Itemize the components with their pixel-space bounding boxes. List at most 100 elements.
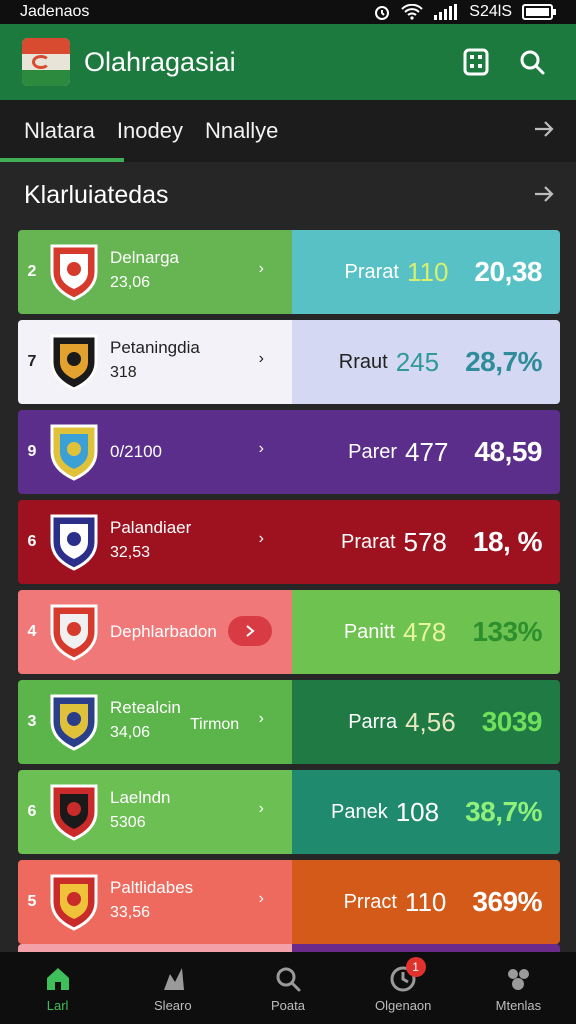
points-label: Prarat	[344, 260, 399, 283]
percentage-value: 38,7%	[465, 796, 542, 827]
nav-item[interactable]: Mtenlas	[461, 952, 576, 1024]
nav-label: Slearo	[154, 997, 192, 1013]
status-bar: Jadenaos S24lS	[0, 0, 576, 24]
chevron-icon[interactable]: ›	[259, 800, 264, 818]
signal-icon	[434, 4, 458, 20]
points-value: 478	[402, 616, 447, 647]
team-row[interactable]: 6 Laelndn 5306 › Panek 108 38,7%	[18, 770, 560, 854]
grid-icon	[463, 48, 489, 76]
chevron-icon[interactable]: ›	[259, 440, 264, 458]
team-crest	[48, 602, 100, 662]
nav-label: Olgenaon	[375, 997, 432, 1013]
team-subtitle: 34,06	[110, 724, 151, 741]
team-info: 4 Dephlarbadon	[18, 590, 292, 674]
team-row[interactable]: 3 Retealcin 34,06 Tirmon › Parra 4,56 3039	[18, 680, 560, 764]
chevron-icon[interactable]: ›	[259, 530, 264, 548]
team-stats: Parra 4,56 3039	[292, 680, 560, 764]
team-name: Retealcin	[110, 698, 181, 717]
nav-item[interactable]: Olgenaon 1	[346, 952, 461, 1024]
team-stats: Parer 477 48,59	[292, 410, 560, 494]
points-label: Prarat	[341, 530, 396, 553]
nav-item[interactable]: Slearo	[115, 952, 230, 1024]
points-label: Parer	[348, 440, 398, 463]
team-stats: Prarat 110 20,38	[292, 230, 560, 314]
carrier-text: Jadenaos	[20, 3, 90, 20]
app-bar: Olahragasiai	[0, 24, 576, 100]
nav-item[interactable]: Larl	[0, 952, 115, 1024]
percentage-value: 20,38	[474, 256, 542, 287]
nav-label: Mtenlas	[495, 997, 542, 1013]
tab-3[interactable]: Nnallye	[205, 100, 278, 162]
nav-label: Poata	[271, 997, 305, 1013]
team-stats: Rraut 245 28,7%	[292, 320, 560, 404]
team-crest-icon	[50, 334, 98, 391]
team-info: 6 Palandiaer 32,53 ›	[18, 500, 292, 584]
rank-number: 3	[27, 713, 37, 730]
team-name: Paltlidabes	[110, 878, 194, 897]
points-value: 578	[403, 526, 447, 557]
team-row[interactable]: 7 Petaningdia 318 › Rraut 245 28,7%	[18, 320, 560, 404]
team-name: Delnarga	[110, 248, 179, 267]
rank-number: 2	[27, 263, 37, 280]
team-crest	[48, 422, 100, 482]
team-name: Dephlarbadon	[110, 622, 217, 641]
team-crest-icon	[50, 514, 98, 571]
team-stats: Panek 108 38,7%	[292, 770, 560, 854]
app-title: Olahragasiai	[84, 46, 236, 77]
team-name: Petaningdia	[110, 338, 200, 357]
section-header: Klarluiatedas	[0, 162, 576, 228]
team-crest	[48, 512, 100, 572]
points-label: Panek	[330, 800, 388, 823]
grid-button[interactable]	[454, 40, 498, 84]
chevron-icon[interactable]: ›	[259, 890, 264, 908]
chevron-icon[interactable]: ›	[259, 260, 264, 278]
team-info: 7 Petaningdia 318 ›	[18, 320, 292, 404]
arrow-right-icon[interactable]	[532, 182, 556, 206]
team-crest	[48, 782, 100, 842]
team-row[interactable]: 2 Delnarga 23,06 › Prarat 110 20,38	[18, 230, 560, 314]
rank-number: 7	[27, 353, 37, 370]
percentage-value: 369%	[472, 886, 542, 917]
nav-label: Larl	[46, 997, 69, 1013]
search-button[interactable]	[510, 40, 554, 84]
points-label: Prract	[343, 890, 397, 913]
arrow-right-icon[interactable]	[532, 117, 556, 141]
battery-icon	[522, 4, 556, 20]
points-value: 110	[406, 256, 449, 287]
section-title: Klarluiatedas	[24, 180, 169, 209]
team-row[interactable]: 4 Dephlarbadon Panitt 478 133%	[18, 590, 560, 674]
team-row[interactable]: 5 Paltlidabes 33,56 › Prract 110 369%	[18, 860, 560, 944]
points-value: 4,56	[405, 706, 456, 737]
team-crest	[48, 242, 100, 302]
percentage-value: 133%	[472, 616, 542, 647]
team-subtitle: 5306	[110, 814, 146, 831]
team-stats: Panitt 478 133%	[292, 590, 560, 674]
tab-bar: Nlatara Inodey Nnallye	[0, 100, 576, 162]
search-icon	[276, 967, 301, 991]
expand-button[interactable]	[228, 616, 272, 646]
tab-1[interactable]: Nlatara	[24, 100, 95, 162]
nav-item[interactable]: Poata	[230, 952, 345, 1024]
team-crest-icon	[50, 244, 98, 301]
points-value: 245	[395, 346, 440, 377]
app-logo	[22, 38, 70, 86]
team-info: 9 0/2100 ›	[18, 410, 292, 494]
chevron-icon[interactable]: ›	[259, 350, 264, 368]
chevron-right-icon	[246, 625, 255, 637]
tab-2[interactable]: Inodey	[117, 100, 183, 162]
bottom-nav: Larl Slearo Poata Olgenaon 1 Mtenlas	[0, 952, 576, 1024]
chevron-icon[interactable]: ›	[259, 710, 264, 728]
points-label: Panitt	[343, 620, 395, 643]
rank-number: 6	[27, 803, 37, 820]
search-icon	[520, 50, 545, 75]
team-stats: Prract 110 369%	[292, 860, 560, 944]
team-row[interactable]: 6 Palandiaer 32,53 › Prarat 578 18, %	[18, 500, 560, 584]
points-value: 477	[405, 436, 449, 467]
team-crest	[48, 692, 100, 752]
team-stats: Prarat 578 18, %	[292, 500, 560, 584]
team-subtitle: 318	[110, 364, 137, 381]
rank-number: 9	[27, 443, 37, 460]
team-row[interactable]: 9 0/2100 › Parer 477 48,59	[18, 410, 560, 494]
rank-number: 4	[27, 623, 37, 640]
team-crest-icon	[50, 424, 98, 481]
